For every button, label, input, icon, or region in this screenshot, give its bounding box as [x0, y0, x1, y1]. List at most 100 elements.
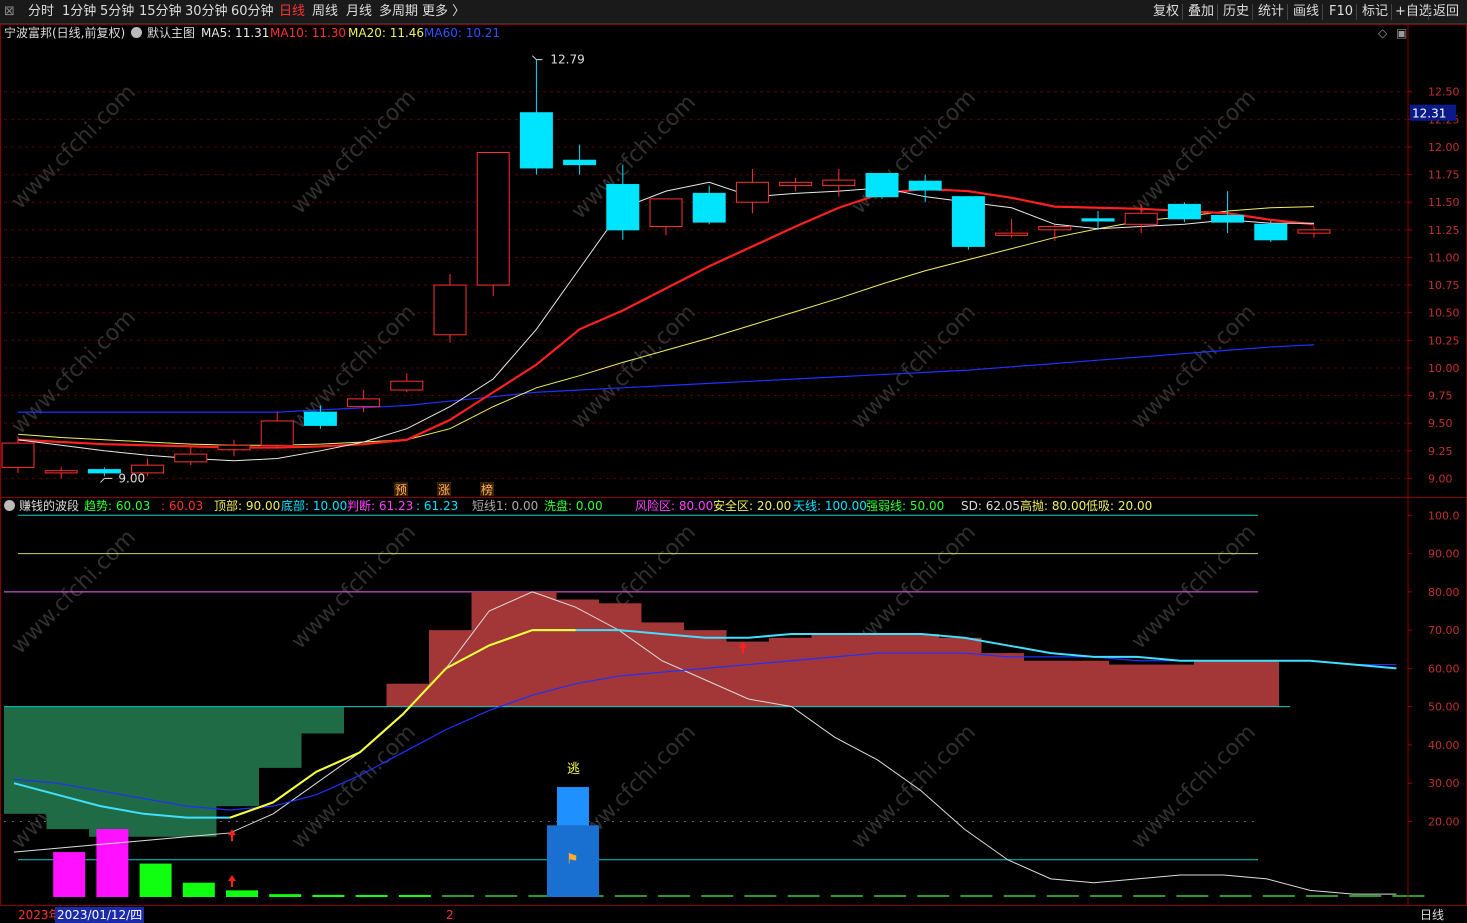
- candle-body: [347, 398, 381, 408]
- indicator-tick-label: 90.00: [1428, 548, 1460, 561]
- band-risk-step: [854, 633, 897, 707]
- green-bar: [1090, 895, 1122, 897]
- candle-body: [174, 453, 208, 463]
- band-risk-step: [726, 641, 769, 707]
- band-risk-step: [811, 633, 854, 707]
- current-price-label: 12.31: [1412, 107, 1446, 121]
- candle-body: [260, 420, 294, 446]
- price-tick-label: 12.00: [1428, 141, 1460, 154]
- candle-body: [1254, 223, 1288, 241]
- price-tick-label: 11.00: [1428, 251, 1460, 264]
- green-bar: [226, 890, 258, 897]
- band-safe-step: [46, 706, 89, 830]
- watermark-text: www.cfchi.com: [287, 520, 421, 654]
- low-label: 9.00: [118, 471, 145, 485]
- candle-body: [1167, 203, 1201, 220]
- green-bar: [355, 895, 388, 897]
- candle-body: [692, 192, 726, 223]
- band-safe-step: [89, 706, 132, 837]
- candle-body: [1, 442, 35, 468]
- watermark-text: www.cfchi.com: [567, 300, 701, 434]
- candle-body: [44, 470, 78, 474]
- price-tick-label: 9.75: [1428, 390, 1453, 403]
- candle-body: [951, 196, 985, 247]
- candle-body: [87, 469, 121, 474]
- band-risk-step: [386, 683, 429, 707]
- candle-body: [217, 444, 251, 451]
- candle-body: [606, 184, 640, 231]
- price-tick-label: 10.25: [1428, 334, 1460, 347]
- candle-body: [649, 198, 683, 228]
- green-bar: [1133, 895, 1166, 897]
- indicator-tick-label: 70.00: [1428, 624, 1460, 637]
- kline-chart[interactable]: www.cfchi.com www.cfchi.com www.cfchi.com w…: [0, 0, 1467, 905]
- indicator-tick-label: 80.00: [1428, 586, 1460, 599]
- price-tick-label: 10.75: [1428, 279, 1460, 292]
- green-bar: [269, 894, 302, 897]
- watermark-text: www.cfchi.com: [1127, 85, 1261, 219]
- green-bar: [960, 895, 993, 897]
- signal-label: 涨: [438, 482, 450, 497]
- watermark-text: www.cfchi.com: [1127, 520, 1261, 654]
- candle-body: [519, 112, 553, 169]
- band-safe-step: [259, 706, 302, 768]
- high-label: 12.79: [550, 53, 584, 67]
- green-bar: [1003, 895, 1036, 897]
- magenta-bar: [96, 829, 129, 897]
- green-bar: [1219, 895, 1252, 897]
- candle-body: [995, 232, 1029, 236]
- band-risk-step: [1236, 660, 1279, 707]
- price-tick-label: 12.50: [1428, 86, 1460, 99]
- period-tab-daily[interactable]: 日线: [1420, 907, 1444, 923]
- indicator-tick-label: 40.00: [1428, 739, 1460, 752]
- candle-body: [1081, 218, 1115, 222]
- period-mark: 2: [446, 908, 454, 922]
- green-bar: [485, 895, 518, 897]
- band-risk-step: [1066, 660, 1109, 707]
- candle-body: [476, 151, 510, 286]
- green-bar: [398, 895, 431, 897]
- candle-body: [735, 181, 769, 203]
- green-bar: [917, 895, 950, 897]
- green-bar: [182, 882, 215, 897]
- indicator-tick-label: 60.00: [1428, 662, 1460, 675]
- candle-body: [433, 284, 467, 336]
- cursor-date-label: 2023/01/12/四: [55, 907, 145, 923]
- band-risk-step: [1194, 660, 1237, 707]
- green-bar: [139, 863, 172, 897]
- price-tick-label: 10.00: [1428, 362, 1460, 375]
- runner-icon: ⚑: [566, 852, 579, 868]
- band-risk-step: [1109, 664, 1152, 707]
- band-risk-step: [429, 630, 472, 707]
- green-bar: [1349, 895, 1382, 897]
- indicator-tick-label: 100.0: [1428, 509, 1460, 522]
- indicator-tick-label: 50.00: [1428, 701, 1460, 714]
- band-risk-step: [769, 637, 812, 707]
- green-bar: [1176, 895, 1209, 897]
- green-bar: [614, 895, 647, 897]
- magenta-bar: [53, 852, 86, 897]
- green-bar: [701, 895, 734, 897]
- candle-body: [1124, 212, 1158, 225]
- green-bar: [312, 894, 345, 897]
- date-footer: 2023年 2023/01/12/四 2 日线: [0, 905, 1467, 923]
- watermark-text: www.cfchi.com: [7, 305, 141, 439]
- green-bar: [442, 895, 474, 897]
- green-bar: [1046, 895, 1079, 897]
- green-bar: [787, 895, 820, 897]
- price-tick-label: 9.25: [1428, 445, 1453, 458]
- candle-body: [1038, 226, 1072, 231]
- signal-label: 预: [395, 483, 407, 497]
- green-bar: [1262, 895, 1295, 897]
- price-tick-label: 11.75: [1428, 169, 1460, 182]
- band-risk-step: [939, 637, 982, 707]
- green-bar: [658, 895, 690, 897]
- band-risk-step: [981, 653, 1024, 707]
- signal-label: 榜: [481, 482, 493, 497]
- buy-arrow-icon: [228, 875, 236, 888]
- high-marker: [532, 55, 543, 61]
- band-safe-step: [216, 706, 259, 807]
- band-safe-step: [4, 706, 47, 814]
- price-tick-label: 11.50: [1428, 196, 1460, 209]
- watermark-text: www.cfchi.com: [287, 85, 421, 219]
